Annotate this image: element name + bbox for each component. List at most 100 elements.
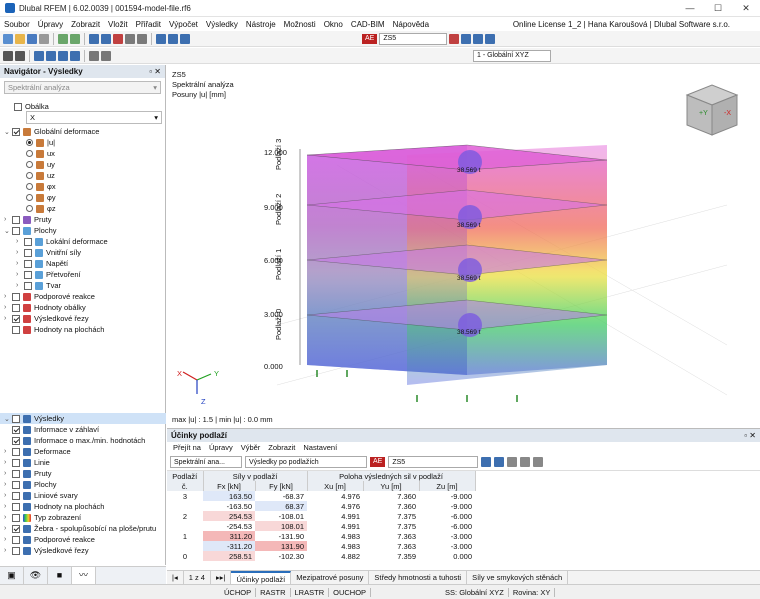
tree-item-support-reactions-display[interactable]: › Podporové reakce (4, 534, 95, 545)
previous-icon[interactable] (449, 33, 460, 44)
tree-item-ribs[interactable]: › Žebra - spolupůsobící na ploše/prutu (4, 523, 156, 534)
analysis-type-select[interactable]: Spektrální ana... (170, 456, 242, 468)
tree-item-values-on-surfaces[interactable]: › Hodnoty na plochách (4, 501, 104, 512)
tree-item-support-reactions[interactable]: › Podporové reakce (4, 291, 95, 302)
tree-item-surface-values[interactable]: Hodnoty na plochách (4, 324, 104, 335)
tree-item-u-total[interactable]: |u| (26, 137, 55, 148)
expand-icon[interactable]: › (16, 249, 23, 256)
menu-priradit[interactable]: Přiřadit (132, 20, 165, 29)
checkbox[interactable] (12, 414, 20, 423)
tree-item-result-sections[interactable]: › Výsledkové řezy (4, 313, 89, 324)
panel-menu-view[interactable]: Zobrazit (264, 443, 299, 453)
line-icon[interactable] (46, 50, 56, 61)
status-osnap[interactable]: OUCHOP (329, 587, 372, 597)
status-lgrid[interactable]: LRASTR (291, 587, 330, 597)
checkbox[interactable] (12, 127, 20, 136)
radio[interactable] (26, 172, 33, 179)
menu-napoveda[interactable]: Nápověda (389, 20, 433, 29)
checkbox[interactable] (24, 270, 32, 279)
expand-icon[interactable]: ⌄ (4, 227, 11, 235)
expand-icon[interactable]: ⌄ (4, 415, 11, 423)
next-page-icon[interactable]: ▸▸| (211, 571, 232, 585)
checkbox[interactable] (24, 281, 32, 290)
expand-icon[interactable]: › (4, 503, 11, 510)
panel-menu-edit[interactable]: Úpravy (205, 443, 237, 453)
tree-item-stresses[interactable]: › Napětí (16, 258, 68, 269)
tree-item-phix[interactable]: φx (26, 181, 56, 192)
panel-pin-icon[interactable]: ▫ ✕ (149, 67, 161, 76)
tree-item-result-sections-display[interactable]: › Výsledkové řezy (4, 545, 89, 556)
radio[interactable] (26, 139, 33, 146)
checkbox[interactable] (12, 314, 20, 323)
radio[interactable] (26, 161, 33, 168)
expand-icon[interactable]: › (4, 525, 11, 532)
redo-icon[interactable] (70, 33, 80, 44)
expand-icon[interactable]: › (4, 304, 11, 311)
grid-icon[interactable] (101, 50, 111, 61)
view-icon[interactable] (89, 33, 99, 44)
member-icon[interactable] (58, 50, 68, 61)
checkbox[interactable] (24, 259, 32, 268)
table-row[interactable]: -254.53 108.01 4.991 7.375 -6.000 (167, 521, 475, 531)
tree-item-ux[interactable]: ux (26, 148, 55, 159)
envelope-select[interactable]: X ▾ (26, 111, 162, 124)
checkbox[interactable] (12, 502, 20, 511)
expand-icon[interactable]: › (4, 492, 11, 499)
tree-item-shape[interactable]: › Tvar (16, 280, 61, 291)
expand-icon[interactable]: › (4, 514, 11, 521)
undo-icon[interactable] (58, 33, 68, 44)
results-icon[interactable] (180, 33, 190, 44)
expand-icon[interactable]: › (4, 470, 11, 477)
checkbox[interactable] (12, 447, 20, 456)
load-case-select[interactable]: ZS5 (379, 32, 448, 45)
menu-vysledky[interactable]: Výsledky (202, 20, 242, 29)
expand-icon[interactable]: › (4, 547, 11, 554)
menu-nastroje[interactable]: Nástroje (242, 20, 280, 29)
model-viewport[interactable]: ZS5 Spektrální analýza Posuny |u| [mm] 1… (167, 65, 760, 427)
expand-icon[interactable]: › (4, 481, 11, 488)
menu-moznosti[interactable]: Možnosti (280, 20, 320, 29)
next-icon[interactable] (494, 457, 505, 467)
expand-icon[interactable]: › (4, 536, 11, 543)
tree-item-results[interactable]: ⌄ Výsledky (0, 413, 166, 424)
menu-soubor[interactable]: Soubor (0, 20, 34, 29)
tree-item-surfaces-display[interactable]: › Plochy (4, 479, 57, 490)
checkbox[interactable] (12, 226, 20, 235)
expand-icon[interactable]: › (16, 282, 23, 289)
tree-item-uy[interactable]: uy (26, 159, 55, 170)
expand-icon[interactable]: › (4, 293, 11, 300)
tree-item-display-type[interactable]: › Typ zobrazení (4, 512, 81, 523)
calculate-icon[interactable] (113, 33, 123, 44)
results-by-select[interactable]: Výsledky po podlažích (245, 456, 367, 468)
expand-icon[interactable]: › (16, 260, 23, 267)
tree-item-phiy[interactable]: φy (26, 192, 56, 203)
tree-item-envelope-values[interactable]: › Hodnoty obálky (4, 302, 86, 313)
data-tab-icon[interactable]: ▣ (0, 567, 24, 584)
table-row[interactable]: 0 258.51 -102.30 4.882 7.359 0.000 (167, 551, 475, 561)
checkbox[interactable] (12, 546, 20, 555)
table-row[interactable]: 3 163.50 -68.37 4.976 7.360 -9.000 (167, 491, 475, 501)
previous-icon[interactable] (481, 457, 492, 467)
tree-item-deformation[interactable]: › Deformace (4, 446, 71, 457)
checkbox[interactable] (12, 469, 20, 478)
checkbox[interactable] (12, 513, 20, 522)
menu-upravy[interactable]: Úpravy (34, 20, 67, 29)
view-icon[interactable] (101, 33, 111, 44)
tree-item-header-info[interactable]: Informace v záhlaví (4, 424, 99, 435)
snap-icon[interactable] (89, 50, 99, 61)
tree-item-line-welds[interactable]: › Liniové svary (4, 490, 78, 501)
radio[interactable] (26, 205, 33, 212)
results-icon[interactable] (156, 33, 166, 44)
expand-icon[interactable]: › (16, 271, 23, 278)
display-icon[interactable] (473, 33, 484, 44)
checkbox[interactable] (12, 425, 20, 434)
new-file-icon[interactable] (3, 33, 13, 44)
panel-close-icon[interactable]: ▫ ✕ (744, 431, 756, 440)
menu-okno[interactable]: Okno (320, 20, 347, 29)
menu-cad-bim[interactable]: CAD-BIM (347, 20, 389, 29)
tab-interstory-drifts[interactable]: Mezipatrové posuny (291, 571, 370, 585)
tree-item-phiz[interactable]: φz (26, 203, 56, 214)
panel-menu-selection[interactable]: Výběr (237, 443, 265, 453)
tree-item-strains[interactable]: › Přetvoření (16, 269, 81, 280)
expand-icon[interactable]: › (4, 448, 11, 455)
